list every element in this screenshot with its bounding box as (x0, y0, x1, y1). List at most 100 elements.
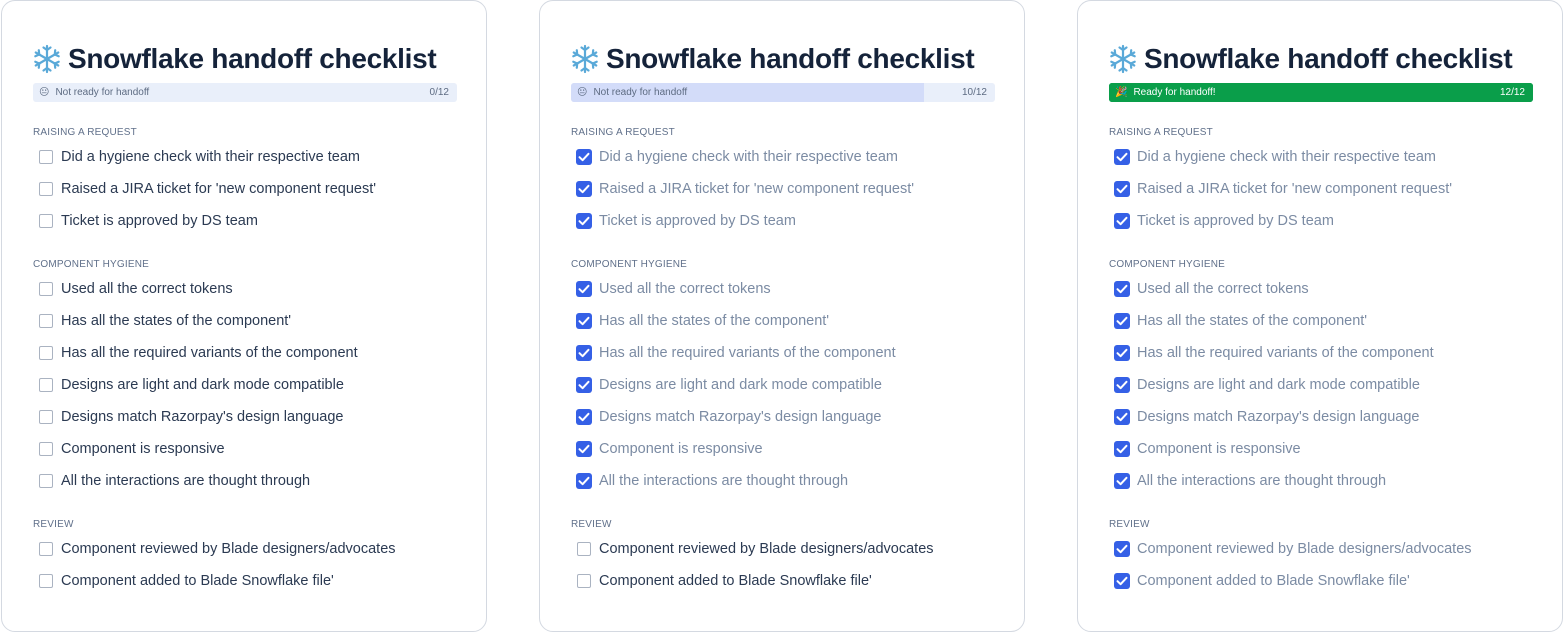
checkbox[interactable] (576, 213, 592, 229)
checkbox[interactable] (1114, 573, 1130, 589)
checklist-item-label: Designs are light and dark mode compatib… (1137, 377, 1420, 393)
checklist-item-label: Component added to Blade Snowflake file' (1137, 573, 1410, 589)
checkbox[interactable] (39, 442, 53, 456)
checkmark-icon (578, 444, 590, 454)
checklist-item[interactable]: Has all the states of the component' (39, 312, 291, 330)
status-badge: 😐 Not ready for handoff (577, 83, 687, 102)
checklist-item[interactable]: Used all the correct tokens (1114, 280, 1309, 298)
handoff-progress-bar: 😐 Not ready for handoff 0/12 (33, 83, 457, 102)
checklist-item[interactable]: Has all the states of the component' (576, 312, 829, 330)
checklist-item[interactable]: Component reviewed by Blade designers/ad… (39, 540, 396, 558)
checkbox[interactable] (1114, 213, 1130, 229)
checkbox[interactable] (39, 474, 53, 488)
checklist-item[interactable]: Component is responsive (576, 440, 763, 458)
checklist-item[interactable]: Designs are light and dark mode compatib… (1114, 376, 1420, 394)
checklist-item[interactable]: Has all the states of the component' (1114, 312, 1368, 330)
checklist-item[interactable]: Designs match Razorpay's design language (39, 408, 343, 426)
status-text: Not ready for handoff (55, 87, 150, 98)
checkmark-icon (578, 348, 590, 358)
checkbox[interactable] (577, 574, 591, 588)
checklist-item[interactable]: Component reviewed by Blade designers/ad… (1114, 540, 1472, 558)
checklist-item[interactable]: Raised a JIRA ticket for 'new component … (576, 180, 914, 198)
checklist-item-label: Designs match Razorpay's design language (599, 409, 882, 425)
checklist-item[interactable]: All the interactions are thought through (576, 472, 848, 490)
checklist-item[interactable]: Component is responsive (39, 440, 225, 458)
checklist-item[interactable]: Component reviewed by Blade designers/ad… (577, 540, 934, 558)
checklist-item-label: Did a hygiene check with their respectiv… (61, 149, 361, 165)
checkbox[interactable] (1114, 281, 1130, 297)
checklist-item-label: All the interactions are thought through (61, 473, 311, 489)
checklist-item[interactable]: Designs are light and dark mode compatib… (39, 376, 344, 394)
checkbox[interactable] (1114, 313, 1130, 329)
checkbox[interactable] (576, 149, 592, 165)
checklist-item[interactable]: Ticket is approved by DS team (39, 212, 258, 230)
checkbox[interactable] (1114, 149, 1130, 165)
checkbox[interactable] (39, 214, 53, 228)
checklist-item[interactable]: Designs match Razorpay's design language (576, 408, 882, 426)
checklist-card: Snowflake handoff checklist 😐 Not ready fo… (1, 0, 487, 632)
checkbox[interactable] (576, 441, 592, 457)
checklist-item[interactable]: Has all the required variants of the com… (1114, 344, 1434, 362)
checkbox[interactable] (1114, 181, 1130, 197)
checklist-title: Snowflake handoff checklist (570, 39, 975, 79)
checkbox[interactable] (1114, 473, 1130, 489)
checklist-card: Snowflake handoff checklist 🎉 Ready for ha… (1077, 0, 1563, 632)
checkbox[interactable] (1114, 377, 1130, 393)
checklist-item[interactable]: Designs are light and dark mode compatib… (576, 376, 882, 394)
checklist-item-label: Has all the required variants of the com… (61, 345, 358, 361)
checklist-item-label: Did a hygiene check with their respectiv… (1137, 149, 1437, 165)
checklist-item-label: Raised a JIRA ticket for 'new component … (61, 181, 377, 197)
checkbox[interactable] (1114, 441, 1130, 457)
checklist-item-label: Component reviewed by Blade designers/ad… (599, 541, 934, 557)
checkbox[interactable] (39, 314, 53, 328)
checkbox[interactable] (39, 378, 53, 392)
checkbox[interactable] (576, 181, 592, 197)
checkmark-icon (578, 152, 590, 162)
checkbox[interactable] (576, 377, 592, 393)
checkbox[interactable] (1114, 541, 1130, 557)
checklist-item[interactable]: Did a hygiene check with their respectiv… (39, 148, 360, 166)
checklist-item[interactable]: Raised a JIRA ticket for 'new component … (1114, 180, 1452, 198)
checklist-item[interactable]: Has all the required variants of the com… (576, 344, 896, 362)
checklist-item-label: Used all the correct tokens (1137, 281, 1309, 297)
checklist-item[interactable]: Component added to Blade Snowflake file' (39, 572, 334, 590)
checklist-item[interactable]: Did a hygiene check with their respectiv… (1114, 148, 1437, 166)
checklist-item-label: Has all the states of the component' (1137, 313, 1368, 329)
checkbox[interactable] (39, 410, 53, 424)
checkmark-icon (1116, 576, 1128, 586)
checklist-item[interactable]: Ticket is approved by DS team (576, 212, 796, 230)
checklist-item[interactable]: Did a hygiene check with their respectiv… (576, 148, 898, 166)
checklist-item[interactable]: Component is responsive (1114, 440, 1301, 458)
checklist-item[interactable]: Used all the correct tokens (39, 280, 233, 298)
checklist-item[interactable]: Has all the required variants of the com… (39, 344, 358, 362)
checklist-item[interactable]: Used all the correct tokens (576, 280, 771, 298)
checkbox[interactable] (576, 473, 592, 489)
checkbox[interactable] (39, 182, 53, 196)
checklist-item[interactable]: All the interactions are thought through (1114, 472, 1386, 490)
checkbox[interactable] (39, 150, 53, 164)
checkbox[interactable] (1114, 409, 1130, 425)
status-badge: 🎉 Ready for handoff! (1115, 83, 1216, 102)
checklist-item[interactable]: Designs match Razorpay's design language (1114, 408, 1419, 426)
checklist-item-label: Component reviewed by Blade designers/ad… (1137, 541, 1472, 557)
checklist-item[interactable]: Ticket is approved by DS team (1114, 212, 1334, 230)
section-heading: COMPONENT HYGIENE (1109, 259, 1226, 270)
checkmark-icon (1116, 316, 1128, 326)
checkbox[interactable] (576, 409, 592, 425)
checklist-item[interactable]: Raised a JIRA ticket for 'new component … (39, 180, 376, 198)
page-title: Snowflake handoff checklist (606, 43, 975, 74)
checkbox[interactable] (39, 282, 53, 296)
checkbox[interactable] (39, 574, 53, 588)
checklist-item-label: Designs are light and dark mode compatib… (61, 377, 344, 393)
checkbox[interactable] (576, 281, 592, 297)
checkbox[interactable] (1114, 345, 1130, 361)
checklist-item[interactable]: All the interactions are thought through (39, 472, 310, 490)
checkbox[interactable] (576, 345, 592, 361)
checkbox[interactable] (576, 313, 592, 329)
checklist-item[interactable]: Component added to Blade Snowflake file' (577, 572, 872, 590)
checkbox[interactable] (39, 542, 53, 556)
checkbox[interactable] (577, 542, 591, 556)
checklist-item[interactable]: Component added to Blade Snowflake file' (1114, 572, 1410, 590)
checkbox[interactable] (39, 346, 53, 360)
checklist-item-label: Used all the correct tokens (599, 281, 771, 297)
